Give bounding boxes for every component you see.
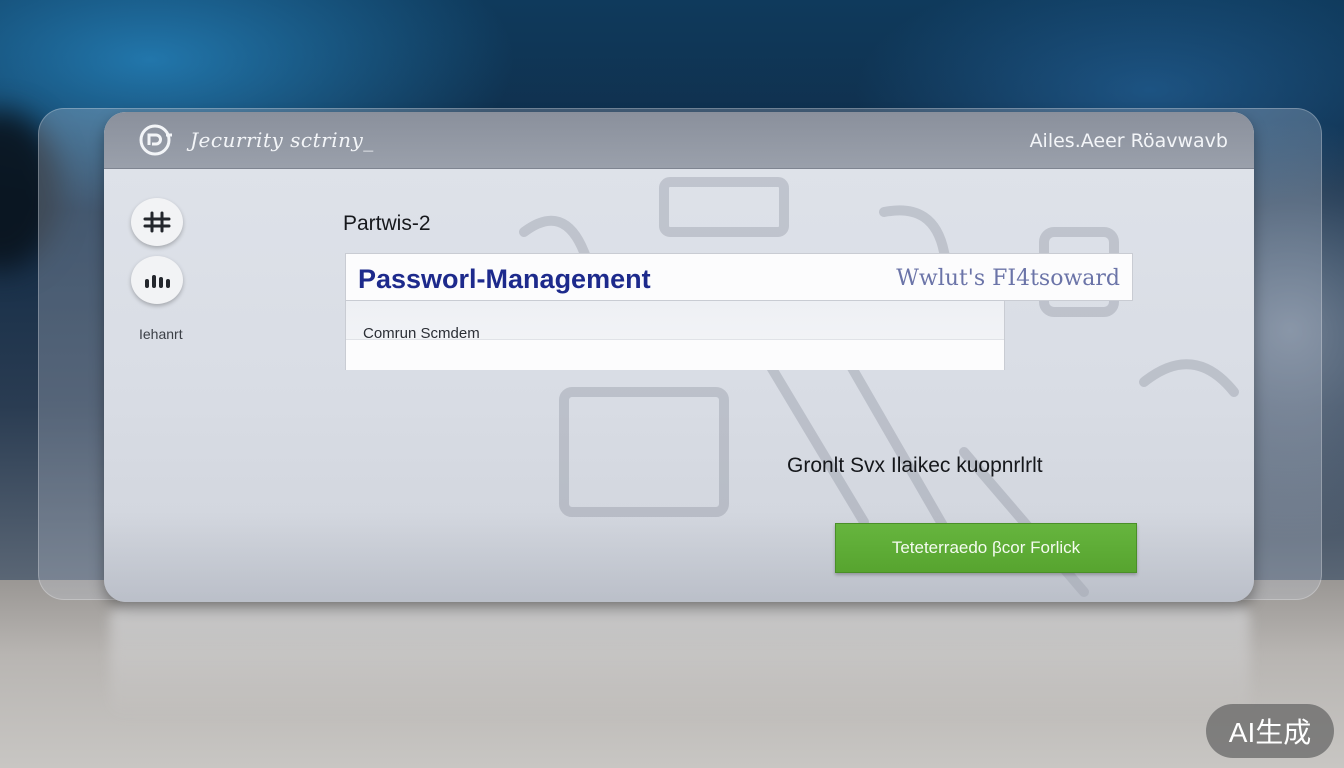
- title-bar: Jecurrity sctriny_ Ailes.Aeer Röavwavb: [104, 112, 1254, 169]
- section-heading: Partwis-2: [343, 212, 431, 235]
- hashtag-icon: [143, 211, 171, 233]
- sidebar-item-hashtag[interactable]: [131, 198, 183, 246]
- sidebar-label: Iehanrt: [139, 326, 183, 342]
- sidebar-item-bars[interactable]: [131, 256, 183, 304]
- header-right-link[interactable]: Wwlut's FI4tsoward: [896, 266, 1120, 291]
- app-title: Jecurrity sctriny_: [190, 128, 374, 152]
- account-name[interactable]: Ailes.Aeer Röavwavb: [1030, 130, 1228, 152]
- panel-reflection: [110, 600, 1250, 720]
- app-logo-icon: [139, 124, 172, 156]
- page-title: Passworl-Management: [358, 264, 651, 294]
- ai-generated-watermark: AI生成: [1206, 704, 1334, 758]
- status-text: Gronlt Svx Ilaikec kuopnrlrlt: [787, 454, 1043, 477]
- page-header-box: Passworl-Management Wwlut's FI4tsoward: [345, 253, 1133, 301]
- text-input[interactable]: [346, 339, 1004, 370]
- bars-icon: [145, 275, 170, 288]
- app-window: Jecurrity sctriny_ Ailes.Aeer Röavwavb I…: [104, 112, 1254, 602]
- form-field: Comrun Scmdem: [345, 300, 1005, 370]
- primary-action-button[interactable]: Teteterraedo βcor Forlick: [835, 523, 1137, 573]
